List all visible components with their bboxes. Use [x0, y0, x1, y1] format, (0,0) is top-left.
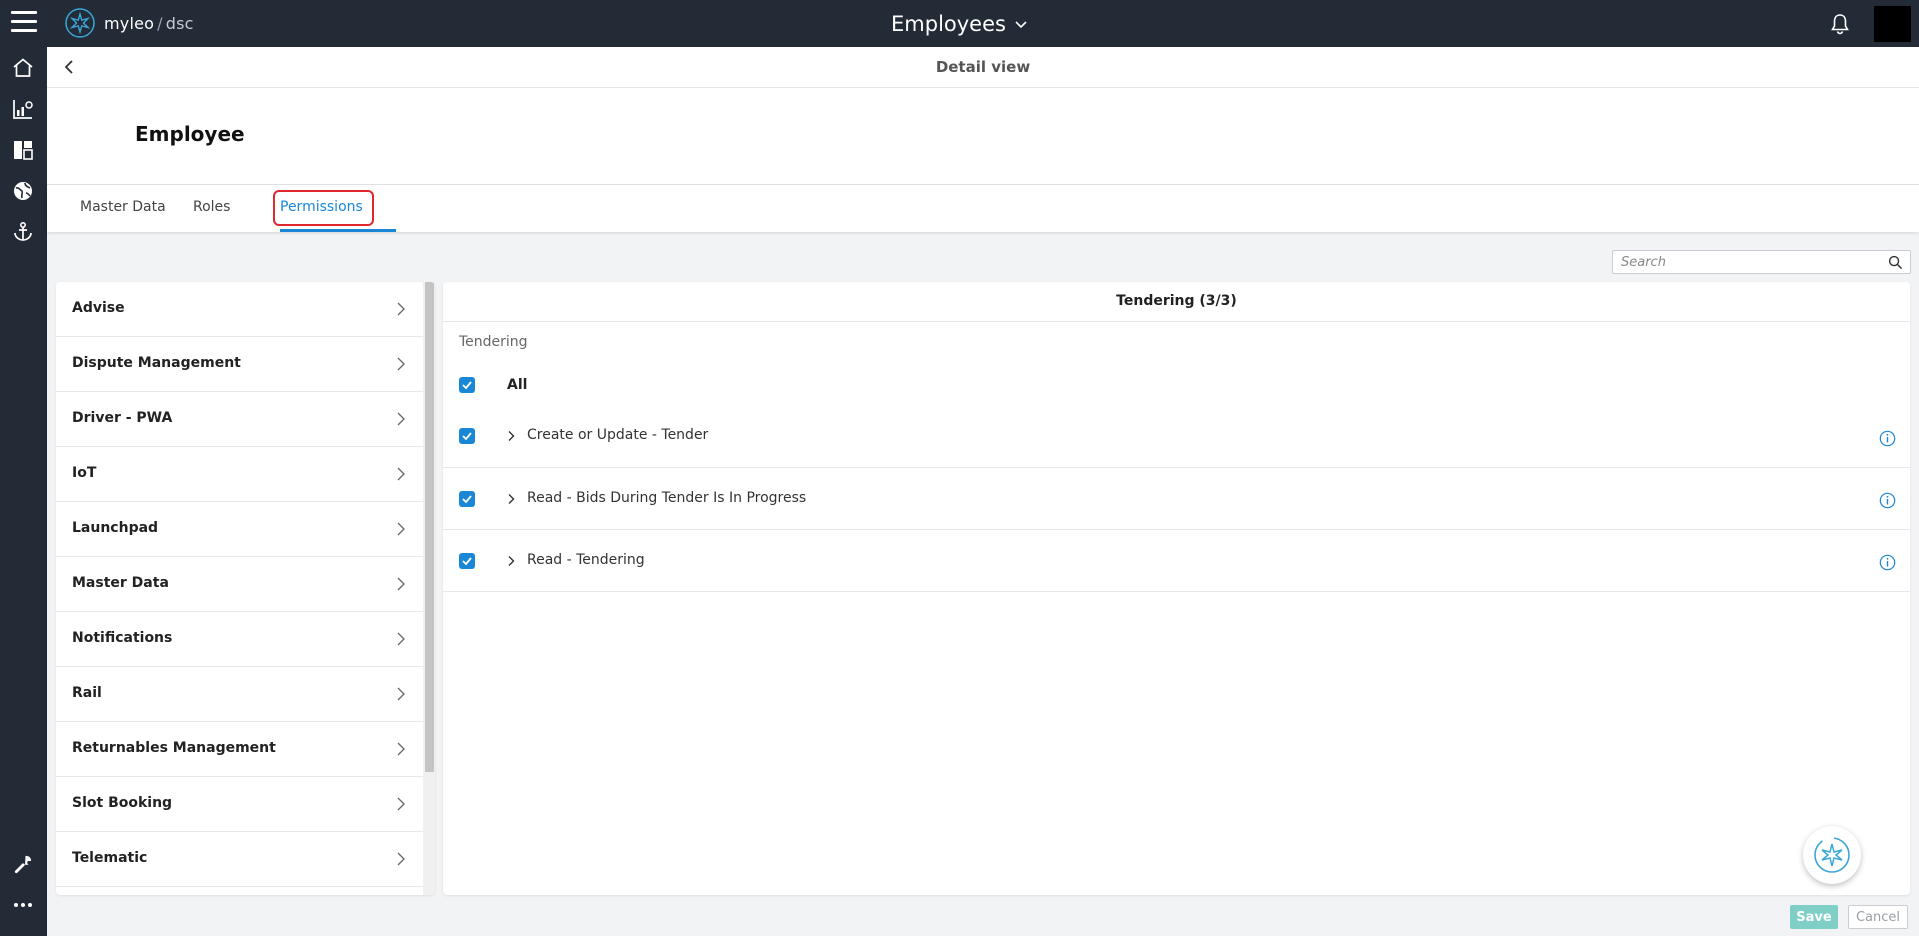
anchor-icon[interactable] — [11, 220, 35, 244]
permissions-header: Tendering (3/3) — [443, 282, 1910, 322]
chevron-down-icon — [1015, 20, 1027, 28]
expand-chevron-icon[interactable] — [505, 430, 517, 442]
app-switcher[interactable]: Employees — [891, 12, 1028, 36]
category-label: IoT — [72, 465, 97, 481]
permission-label: Read - Bids During Tender Is In Progress — [527, 490, 807, 506]
search-icon[interactable] — [1888, 255, 1903, 270]
category-label: Notifications — [72, 630, 173, 646]
search-input[interactable] — [1621, 253, 1876, 271]
app-title-container: Employees — [0, 0, 1919, 47]
expand-chevron-icon[interactable] — [505, 493, 517, 505]
tab-roles[interactable]: Roles — [193, 199, 230, 215]
select-all-checkbox[interactable] — [459, 377, 475, 393]
tab-master-data[interactable]: Master Data — [80, 199, 166, 215]
analytics-icon[interactable] — [11, 97, 35, 121]
category-label: Advise — [72, 300, 125, 316]
list-item[interactable]: Dispute Management — [56, 337, 423, 392]
permission-checkbox[interactable] — [459, 491, 475, 507]
info-icon[interactable] — [1879, 492, 1896, 509]
permission-group-label: Tendering — [459, 334, 528, 350]
app-title: Employees — [891, 11, 1006, 36]
assistant-fab-button[interactable] — [1803, 826, 1861, 884]
permission-category-list: Advise Dispute Management Driver - PWA I… — [56, 282, 435, 895]
list-item[interactable]: Returnables Management — [56, 722, 423, 777]
globe-icon[interactable] — [11, 179, 35, 203]
list-item[interactable]: Advise — [56, 282, 423, 337]
chevron-right-icon — [397, 742, 405, 756]
sidebar — [0, 47, 47, 936]
chevron-right-icon — [397, 522, 405, 536]
category-label: Telematic — [72, 850, 148, 866]
list-item[interactable]: Launchpad — [56, 502, 423, 557]
hamburger-menu-icon[interactable] — [11, 11, 37, 33]
permission-label: Read - Tendering — [527, 552, 645, 568]
category-label: Returnables Management — [72, 740, 276, 756]
compass-refresh-icon — [1814, 837, 1850, 873]
permissions-panel: Tendering (3/3) Tendering All Create or … — [443, 282, 1910, 895]
list-item[interactable]: Rail — [56, 667, 423, 722]
page-title: Employee — [135, 122, 245, 146]
checkmark-icon — [462, 381, 472, 390]
cancel-button[interactable]: Cancel — [1848, 905, 1908, 929]
logo-mark-icon — [65, 8, 95, 38]
chevron-right-icon — [397, 302, 405, 316]
user-avatar[interactable] — [1874, 6, 1911, 42]
list-item[interactable]: Notifications — [56, 612, 423, 667]
category-label: Slot Booking — [72, 795, 173, 811]
category-label: Driver - PWA — [72, 410, 173, 426]
detail-view-title: Detail view — [935, 58, 1031, 76]
select-all-label: All — [507, 377, 528, 393]
list-item[interactable]: Telematic — [56, 832, 423, 887]
bell-icon[interactable] — [1828, 12, 1852, 36]
permission-label: Create or Update - Tender — [527, 427, 709, 443]
table-row: Read - Tendering — [443, 530, 1910, 592]
top-bar: myleo / dsc Employees — [0, 0, 1919, 47]
checkmark-icon — [462, 495, 472, 504]
detail-view-bar: Detail view — [47, 47, 1919, 88]
table-row: Create or Update - Tender — [443, 406, 1910, 468]
tab-bar: Master Data Roles Permissions — [47, 185, 1919, 232]
category-scrollbar[interactable] — [423, 282, 435, 895]
chevron-right-icon — [397, 412, 405, 426]
chevron-right-icon — [397, 632, 405, 646]
checkmark-icon — [462, 557, 472, 566]
list-item[interactable]: IoT — [56, 447, 423, 502]
category-label: Rail — [72, 685, 102, 701]
info-icon[interactable] — [1879, 430, 1896, 447]
chevron-right-icon — [397, 852, 405, 866]
more-icon[interactable] — [11, 893, 35, 917]
scrollbar-thumb[interactable] — [425, 282, 434, 772]
chevron-right-icon — [397, 687, 405, 701]
category-label: Dispute Management — [72, 355, 241, 371]
app-logo[interactable]: myleo / dsc — [64, 7, 194, 39]
search-box — [1612, 250, 1911, 274]
list-item[interactable]: Master Data — [56, 557, 423, 612]
checkmark-icon — [462, 432, 472, 441]
active-tab-indicator — [280, 229, 396, 232]
chevron-right-icon — [397, 357, 405, 371]
permission-checkbox[interactable] — [459, 428, 475, 444]
save-button[interactable]: Save — [1790, 905, 1838, 929]
logo-text: myleo / dsc — [104, 13, 194, 33]
info-icon[interactable] — [1879, 554, 1896, 571]
chevron-right-icon — [397, 467, 405, 481]
home-icon[interactable] — [11, 56, 35, 80]
expand-chevron-icon[interactable] — [505, 555, 517, 567]
permission-checkbox[interactable] — [459, 553, 475, 569]
wrench-icon[interactable] — [11, 853, 35, 877]
chevron-right-icon — [397, 797, 405, 811]
category-label: Master Data — [72, 575, 169, 591]
category-label: Launchpad — [72, 520, 159, 536]
table-row: Read - Bids During Tender Is In Progress — [443, 468, 1910, 530]
list-item[interactable]: Driver - PWA — [56, 392, 423, 447]
entity-header: Employee — [47, 88, 1919, 185]
chevron-right-icon — [397, 577, 405, 591]
dashboard-icon[interactable] — [11, 138, 35, 162]
tab-permissions[interactable]: Permissions — [280, 199, 363, 215]
list-item[interactable]: Slot Booking — [56, 777, 423, 832]
